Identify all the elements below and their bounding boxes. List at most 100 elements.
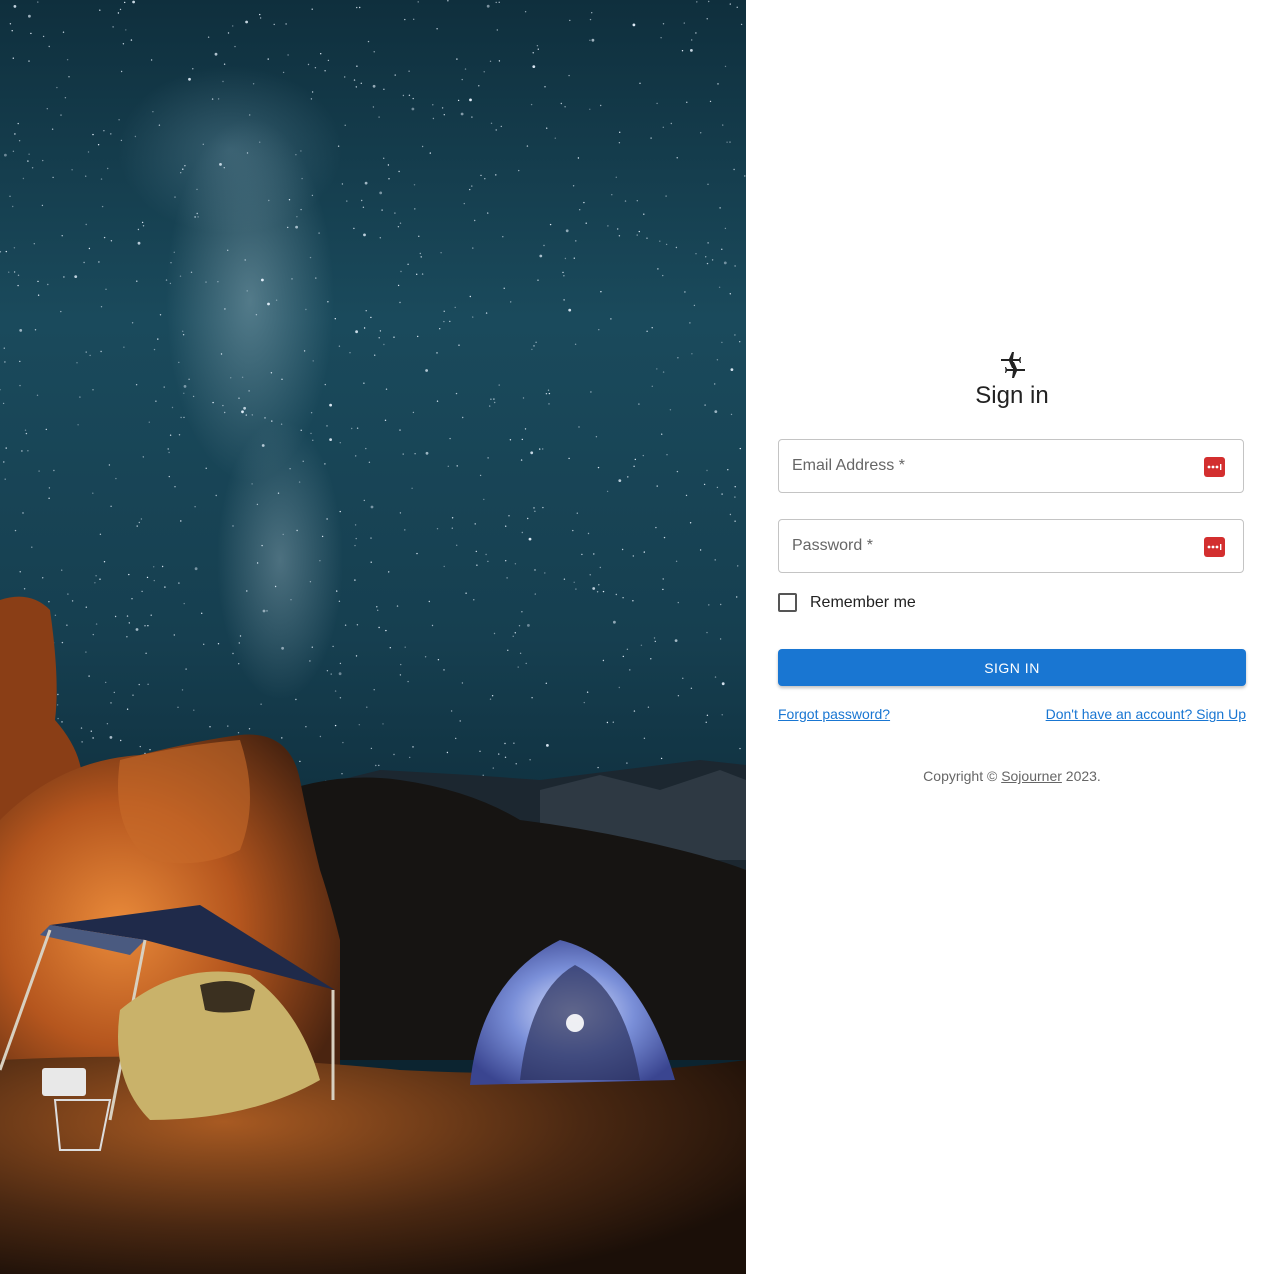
star — [224, 411, 226, 414]
star — [108, 464, 111, 466]
star — [184, 165, 186, 167]
star — [261, 544, 263, 547]
star — [665, 195, 667, 197]
star — [134, 135, 137, 138]
star — [583, 701, 585, 704]
password-input[interactable] — [791, 528, 1195, 566]
star — [36, 394, 39, 396]
star — [419, 252, 421, 255]
sign-up-link[interactable]: Don't have an account? Sign Up — [1046, 706, 1246, 722]
star — [504, 756, 507, 758]
star — [494, 401, 496, 404]
star — [171, 406, 174, 409]
star — [539, 448, 541, 450]
star — [721, 341, 723, 344]
star — [411, 107, 415, 111]
remember-me-label: Remember me — [810, 593, 916, 611]
star — [251, 483, 253, 485]
star — [626, 648, 629, 650]
star — [469, 98, 472, 102]
star — [734, 496, 736, 498]
star — [42, 159, 44, 162]
star — [533, 507, 535, 509]
email-field[interactable]: Email Address * — [778, 439, 1244, 493]
star — [223, 167, 225, 169]
star — [618, 235, 621, 237]
star — [145, 652, 147, 654]
star — [243, 406, 247, 410]
star — [545, 393, 548, 395]
star — [152, 111, 154, 113]
password-manager-icon[interactable] — [1204, 457, 1225, 477]
star — [155, 400, 157, 402]
star — [729, 141, 731, 143]
star — [183, 602, 185, 605]
star — [132, 694, 134, 696]
star — [324, 383, 326, 386]
star — [185, 668, 187, 670]
star — [378, 626, 380, 629]
password-manager-icon[interactable] — [1204, 537, 1225, 557]
star — [663, 536, 666, 539]
star — [383, 88, 385, 91]
star — [518, 169, 520, 172]
forgot-password-link[interactable]: Forgot password? — [778, 706, 890, 722]
star — [267, 58, 269, 60]
star — [214, 52, 218, 56]
star — [336, 590, 338, 592]
star — [650, 137, 652, 139]
star — [378, 337, 380, 339]
star — [353, 227, 355, 230]
star — [514, 563, 517, 565]
remember-me[interactable]: Remember me — [778, 593, 916, 612]
star — [281, 737, 283, 739]
star — [267, 302, 270, 306]
remember-me-checkbox[interactable] — [778, 593, 797, 612]
star — [109, 736, 113, 739]
star — [95, 575, 97, 577]
star — [17, 122, 19, 125]
star — [334, 318, 336, 320]
star — [118, 119, 120, 121]
star — [591, 38, 595, 42]
star — [282, 533, 284, 536]
star — [232, 25, 234, 27]
star — [237, 732, 240, 734]
star — [211, 98, 214, 100]
star — [56, 704, 59, 706]
star — [190, 271, 193, 273]
star — [719, 638, 722, 640]
star — [587, 532, 590, 535]
star — [489, 405, 491, 407]
star — [512, 635, 514, 637]
email-input[interactable] — [791, 448, 1195, 486]
star — [363, 233, 366, 237]
star — [80, 727, 83, 729]
star — [349, 352, 351, 354]
brand-link[interactable]: Sojourner — [1001, 768, 1062, 784]
star — [319, 735, 322, 738]
copyright-prefix: Copyright © — [923, 768, 998, 784]
star — [161, 565, 164, 568]
star — [507, 649, 509, 651]
star — [709, 100, 712, 103]
star — [579, 209, 581, 211]
star — [52, 176, 54, 179]
star — [421, 145, 424, 148]
star — [354, 524, 357, 526]
star — [417, 335, 419, 338]
star — [310, 432, 312, 435]
sign-in-button[interactable]: SIGN IN — [778, 649, 1246, 686]
star — [110, 505, 112, 507]
star — [542, 448, 544, 450]
star — [110, 133, 112, 135]
star — [332, 645, 334, 648]
star — [495, 1, 497, 4]
star — [522, 397, 525, 399]
star — [246, 290, 248, 292]
password-field[interactable]: Password * — [778, 519, 1244, 573]
star — [131, 322, 134, 324]
star — [205, 281, 207, 283]
star — [662, 23, 665, 25]
star — [92, 133, 94, 136]
